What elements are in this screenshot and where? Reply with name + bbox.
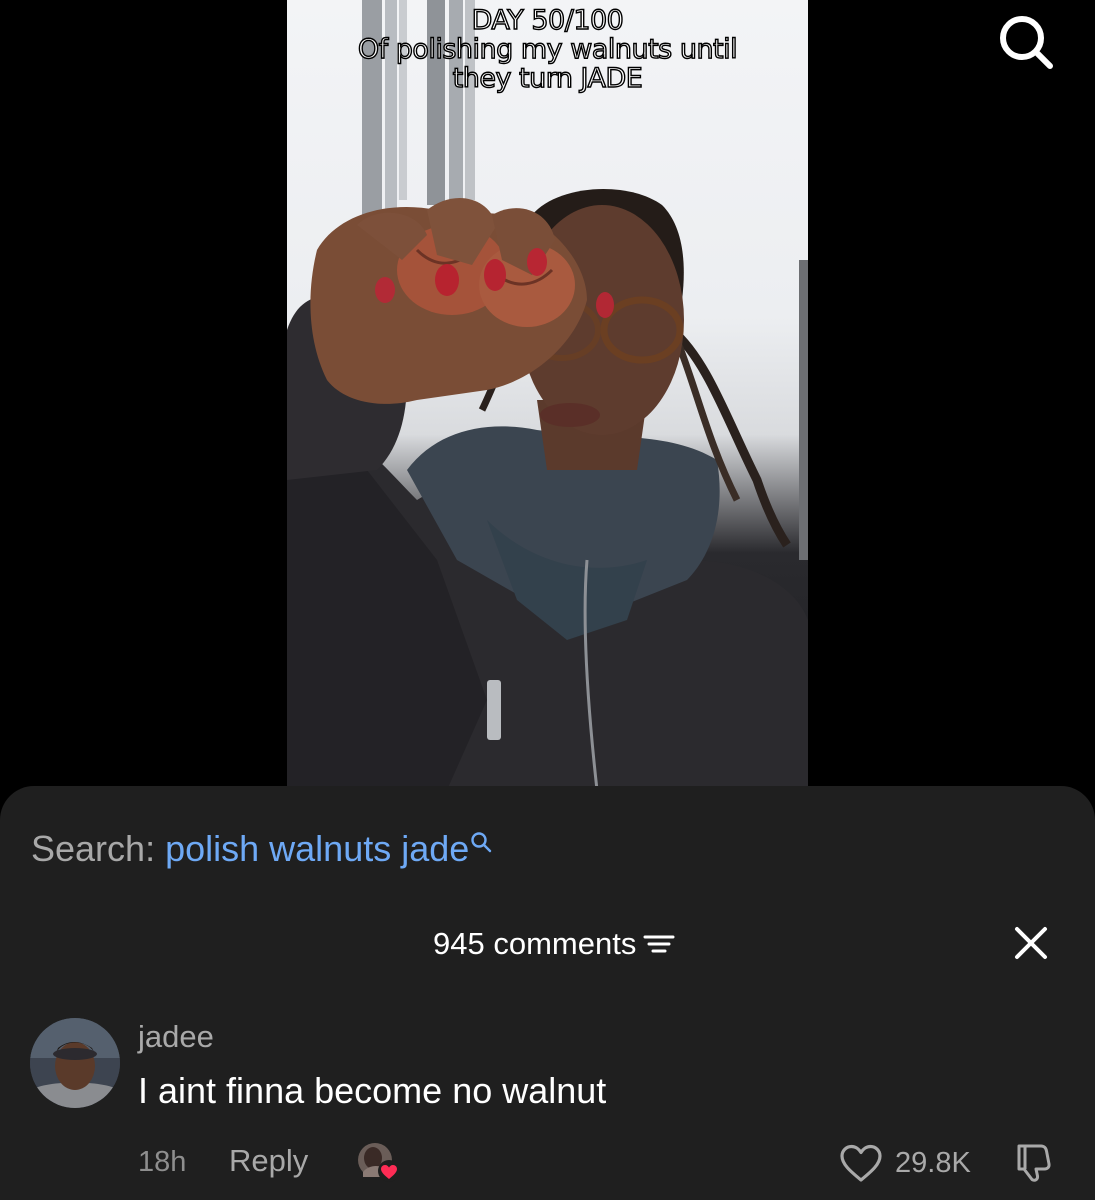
comment-count-label: 945 comments <box>433 926 637 961</box>
video-caption: DAY 50/100 Of polishing my walnuts until… <box>287 5 808 94</box>
comment-timestamp: 18h <box>138 1146 187 1178</box>
search-query-link[interactable]: polish walnuts jade <box>165 828 469 869</box>
comment-username[interactable]: jadee <box>138 1019 214 1055</box>
comments-sort-button[interactable]: 945 comments <box>433 924 676 964</box>
caption-line: DAY 50/100 <box>471 5 625 36</box>
heart-badge-icon <box>358 1143 400 1182</box>
comment-text: I aint finna become no walnut <box>138 1070 607 1111</box>
like-button[interactable]: 29.8K <box>838 1140 971 1186</box>
video-frame[interactable]: DAY 50/100 Of polishing my walnuts until… <box>287 0 808 790</box>
video-still-image <box>287 0 808 790</box>
caption-line: they turn JADE <box>452 63 644 94</box>
search-icon <box>471 832 492 853</box>
avatar[interactable] <box>30 1018 120 1108</box>
like-count: 29.8K <box>895 1146 971 1179</box>
caption-line: Of polishing my walnuts until <box>357 34 738 65</box>
thumbs-down-icon[interactable] <box>1013 1140 1057 1184</box>
video-player[interactable]: DAY 50/100 Of polishing my walnuts until… <box>0 0 1095 790</box>
comments-header: 945 comments <box>0 924 1095 964</box>
heart-outline-icon <box>840 1144 882 1182</box>
close-icon[interactable] <box>1012 924 1050 962</box>
search-suggestion[interactable]: Search: polish walnuts jade <box>31 828 493 870</box>
sort-filter-icon <box>643 935 675 953</box>
creator-liked-badge <box>355 1140 405 1186</box>
search-prefix-label: Search: <box>31 828 156 869</box>
reply-button[interactable]: Reply <box>229 1143 308 1179</box>
search-icon[interactable] <box>994 10 1058 74</box>
